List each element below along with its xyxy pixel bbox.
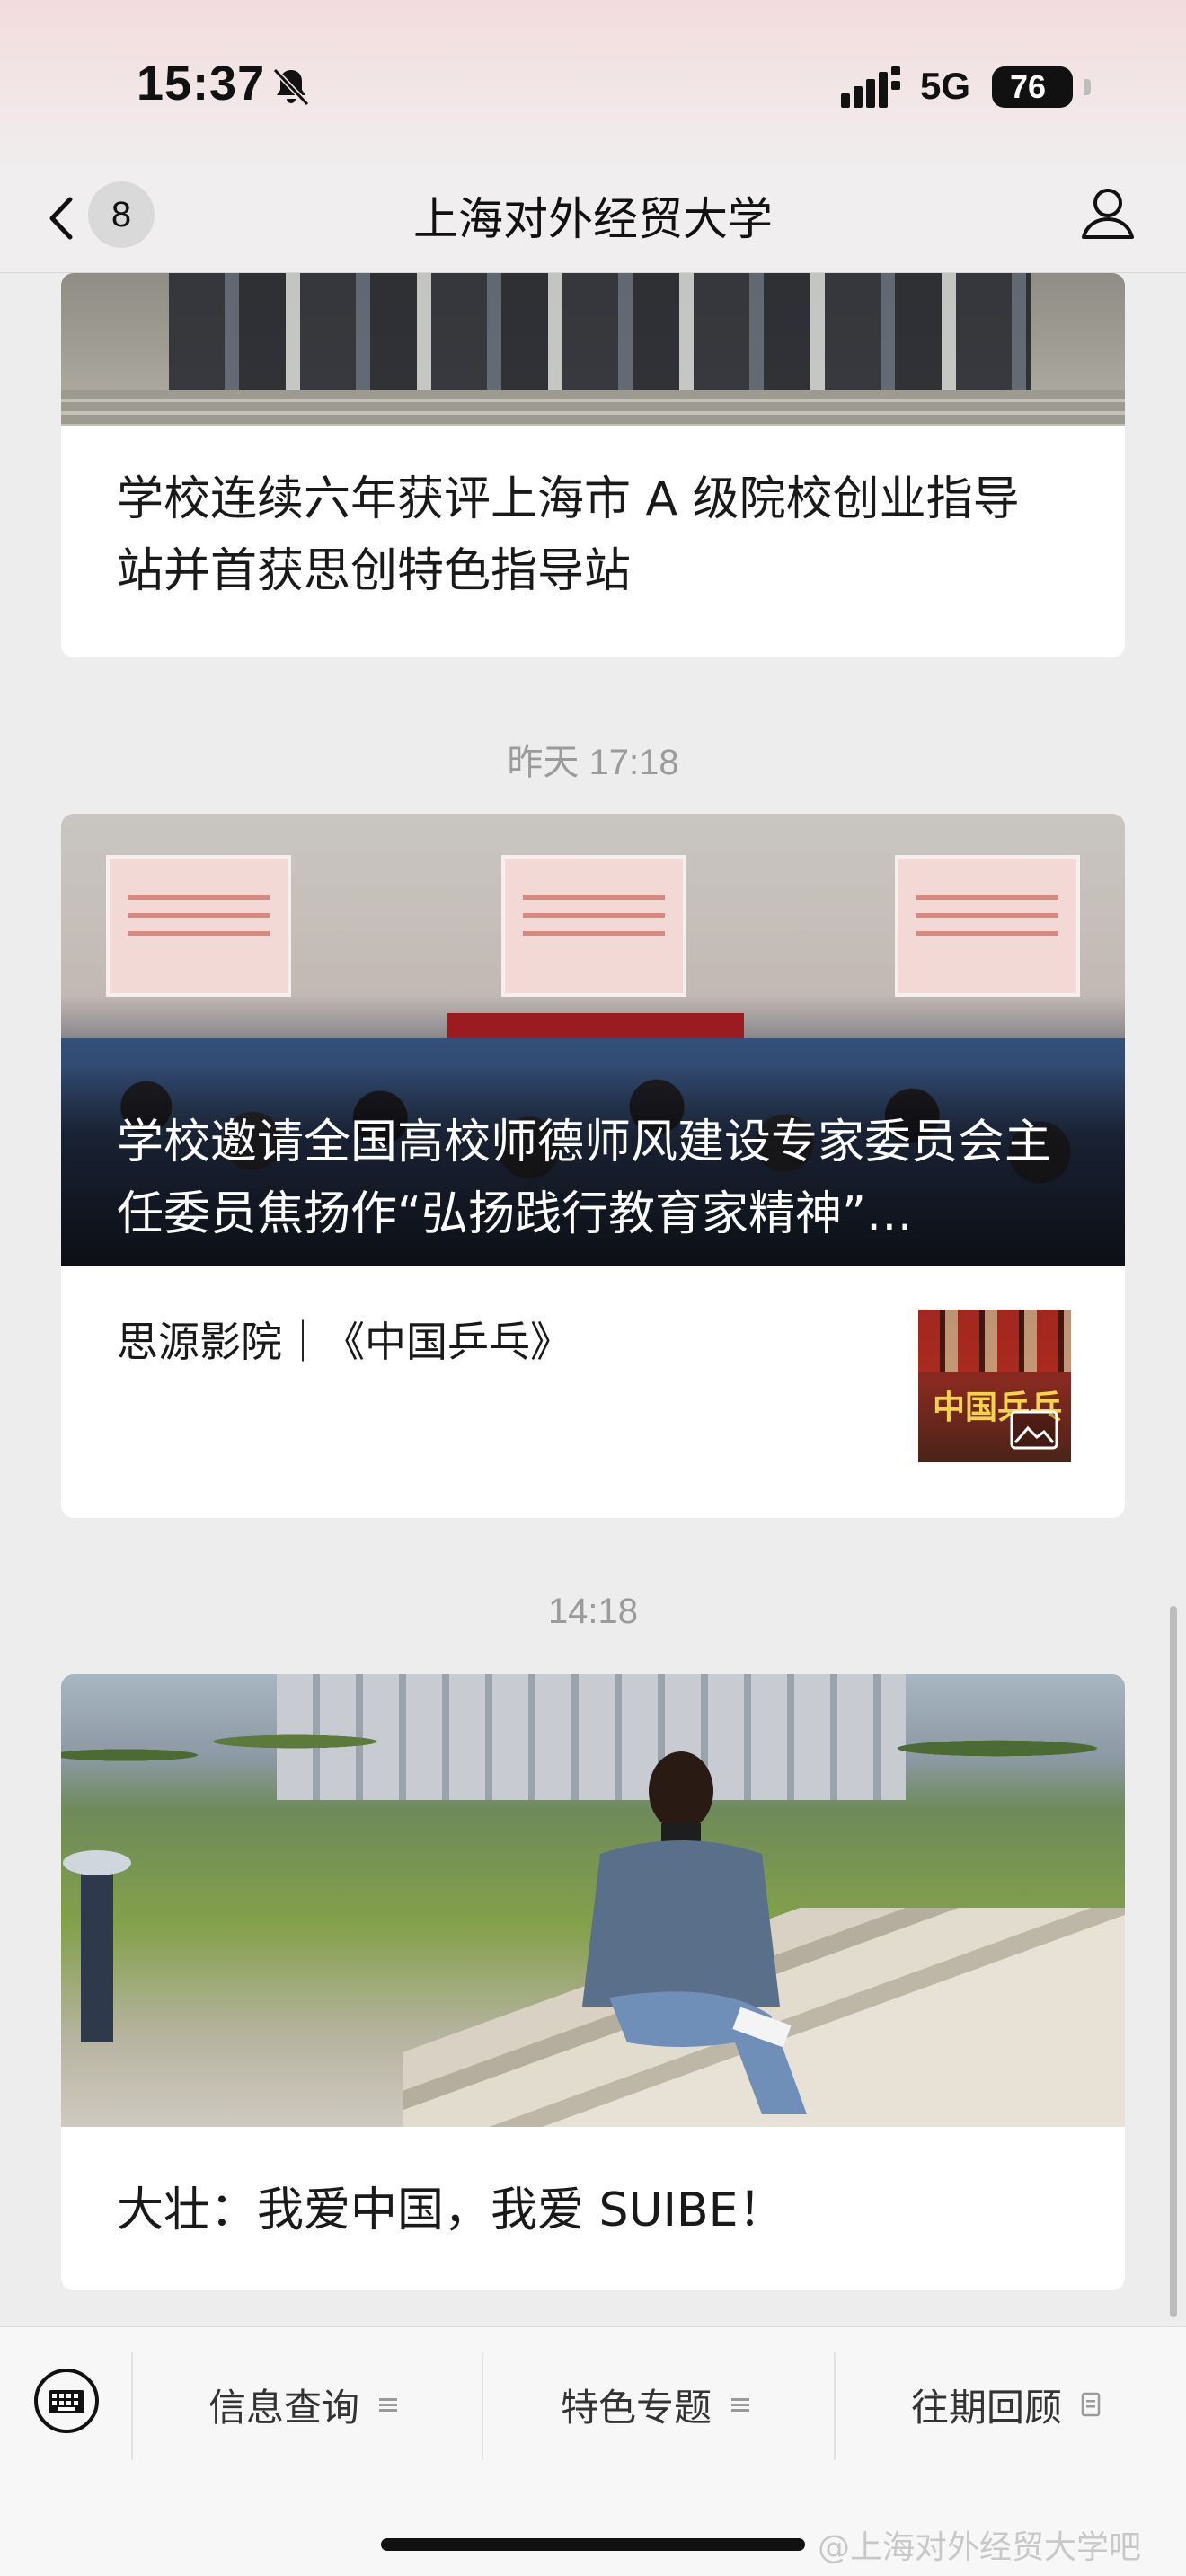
- sub-article-thumbnail: 中国乒乓: [918, 1310, 1071, 1462]
- image-icon: [1010, 1410, 1058, 1450]
- article-card-1[interactable]: 学校连续六年获评上海市 A 级院校创业指导 站并首获思创特色指导站: [61, 273, 1125, 657]
- home-indicator[interactable]: [381, 2538, 805, 2551]
- menu-item-special-topics[interactable]: 特色专题: [561, 2378, 751, 2431]
- bell-muted-icon: [272, 67, 310, 107]
- headline-line-1: 学校连续六年获评上海市 A 级院校创业指导: [117, 472, 1020, 526]
- menu-divider: [834, 2352, 836, 2460]
- profile-icon[interactable]: [1076, 181, 1139, 246]
- photo-lamp-post: [63, 1850, 131, 2042]
- projection-screen-right: [895, 855, 1080, 997]
- conference-image: 学校邀请全国高校师德师风建设专家委员会主任委员焦扬作“弘扬践行教育家精神”…: [61, 814, 1125, 1266]
- menu-item-label: 特色专题: [561, 2385, 712, 2430]
- student-photo-image: [61, 1674, 1125, 2127]
- group-photo-stairs: [61, 390, 1125, 426]
- menu-item-past-review[interactable]: 往期回顾: [911, 2378, 1102, 2431]
- status-time: 15:37: [137, 57, 266, 110]
- scrollbar[interactable]: [1170, 1606, 1177, 2317]
- menu-divider: [482, 2352, 483, 2460]
- keyboard-icon[interactable]: [32, 2367, 101, 2435]
- menu-item-info-query[interactable]: 信息查询: [208, 2378, 399, 2431]
- signal-icon: [841, 66, 900, 108]
- submenu-lines-icon: [379, 2398, 398, 2412]
- projection-screen-left: [106, 855, 291, 997]
- network-type: 5G: [920, 65, 971, 107]
- submenu-lines-icon: [731, 2398, 750, 2412]
- thumbnail-poster-people: [918, 1310, 1071, 1372]
- back-chevron-icon[interactable]: [41, 187, 83, 250]
- battery-level: 76: [1009, 68, 1047, 105]
- sub-article-row[interactable]: 思源影院｜《中国乒乓》 中国乒乓: [61, 1266, 1125, 1462]
- watermark: @上海对外经贸大学吧: [818, 2529, 1142, 2566]
- headline-line-2: 站并首获思创特色指导站: [117, 544, 632, 598]
- battery-indicator: 76: [992, 66, 1091, 108]
- menu-divider: [131, 2352, 133, 2460]
- article-headline[interactable]: 学校邀请全国高校师德师风建设专家委员会主任委员焦扬作“弘扬践行教育家精神”…: [117, 1107, 1087, 1250]
- article-headline[interactable]: 大壮：我爱中国，我爱 SUIBE！: [117, 2172, 784, 2239]
- menu-item-label: 信息查询: [208, 2385, 360, 2430]
- status-bar: 15:37 5G 76: [0, 0, 1186, 171]
- document-icon: [1081, 2392, 1101, 2417]
- message-timestamp: 昨天 17:18: [507, 743, 679, 782]
- projection-screen-center: [501, 855, 686, 997]
- group-photo-people: [169, 273, 1031, 408]
- article-card-2[interactable]: 学校邀请全国高校师德师风建设专家委员会主任委员焦扬作“弘扬践行教育家精神”… 思…: [61, 814, 1125, 1518]
- menu-item-label: 往期回顾: [911, 2385, 1063, 2430]
- message-timestamp: 14:18: [547, 1592, 639, 1631]
- page-title: 上海对外经贸大学: [413, 193, 773, 245]
- article-headline[interactable]: 学校连续六年获评上海市 A 级院校创业指导 站并首获思创特色指导站: [117, 463, 1020, 607]
- photo-person: [582, 1751, 807, 2114]
- article-card-3[interactable]: 大壮：我爱中国，我爱 SUIBE！: [61, 1674, 1125, 2290]
- unread-count-badge[interactable]: 8: [88, 181, 155, 248]
- nav-bar: 8 上海对外经贸大学: [0, 171, 1186, 273]
- group-photo-image: [61, 273, 1125, 426]
- sub-article-title: 思源影院｜《中国乒乓》: [117, 1318, 571, 1366]
